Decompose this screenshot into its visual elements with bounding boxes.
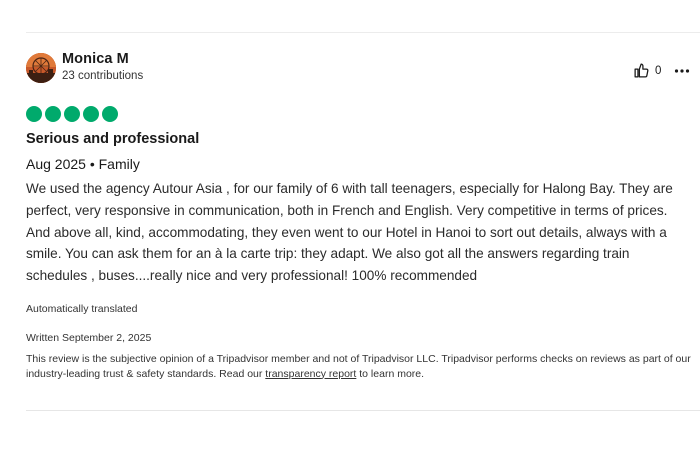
more-options-button[interactable] xyxy=(674,63,690,79)
more-options-icon xyxy=(674,69,690,73)
top-divider xyxy=(26,32,700,33)
thumbs-up-icon xyxy=(634,63,649,78)
rating-bubble-1 xyxy=(26,106,42,122)
helpful-count: 0 xyxy=(655,64,662,77)
review-card: Monica M 23 contributions 0 Serious and … xyxy=(0,0,700,467)
rating-bubble-4 xyxy=(83,106,99,122)
review-title[interactable]: Serious and professional xyxy=(26,131,199,147)
review-body: We used the agency Autour Asia , for our… xyxy=(26,181,673,284)
trip-date-type: Aug 2025 • Family xyxy=(26,156,140,172)
reviewer-contributions: 23 contributions xyxy=(62,70,144,82)
rating-bubble-2 xyxy=(45,106,61,122)
bubble-rating xyxy=(26,106,118,122)
review-disclaimer: This review is the subjective opinion of… xyxy=(26,352,696,381)
reviewer-name[interactable]: Monica M xyxy=(62,51,129,67)
translation-note: Automatically translated xyxy=(26,303,138,315)
reviewer-avatar[interactable] xyxy=(26,53,56,83)
written-date: Written September 2, 2025 xyxy=(26,332,152,344)
rating-bubble-3 xyxy=(64,106,80,122)
transparency-report-link[interactable]: transparency report xyxy=(265,368,356,380)
avatar-photo xyxy=(26,53,56,83)
disclaimer-text-after: to learn more. xyxy=(356,367,425,380)
bottom-divider xyxy=(26,410,700,411)
rating-bubble-5 xyxy=(102,106,118,122)
helpful-vote-button[interactable]: 0 xyxy=(633,62,661,79)
